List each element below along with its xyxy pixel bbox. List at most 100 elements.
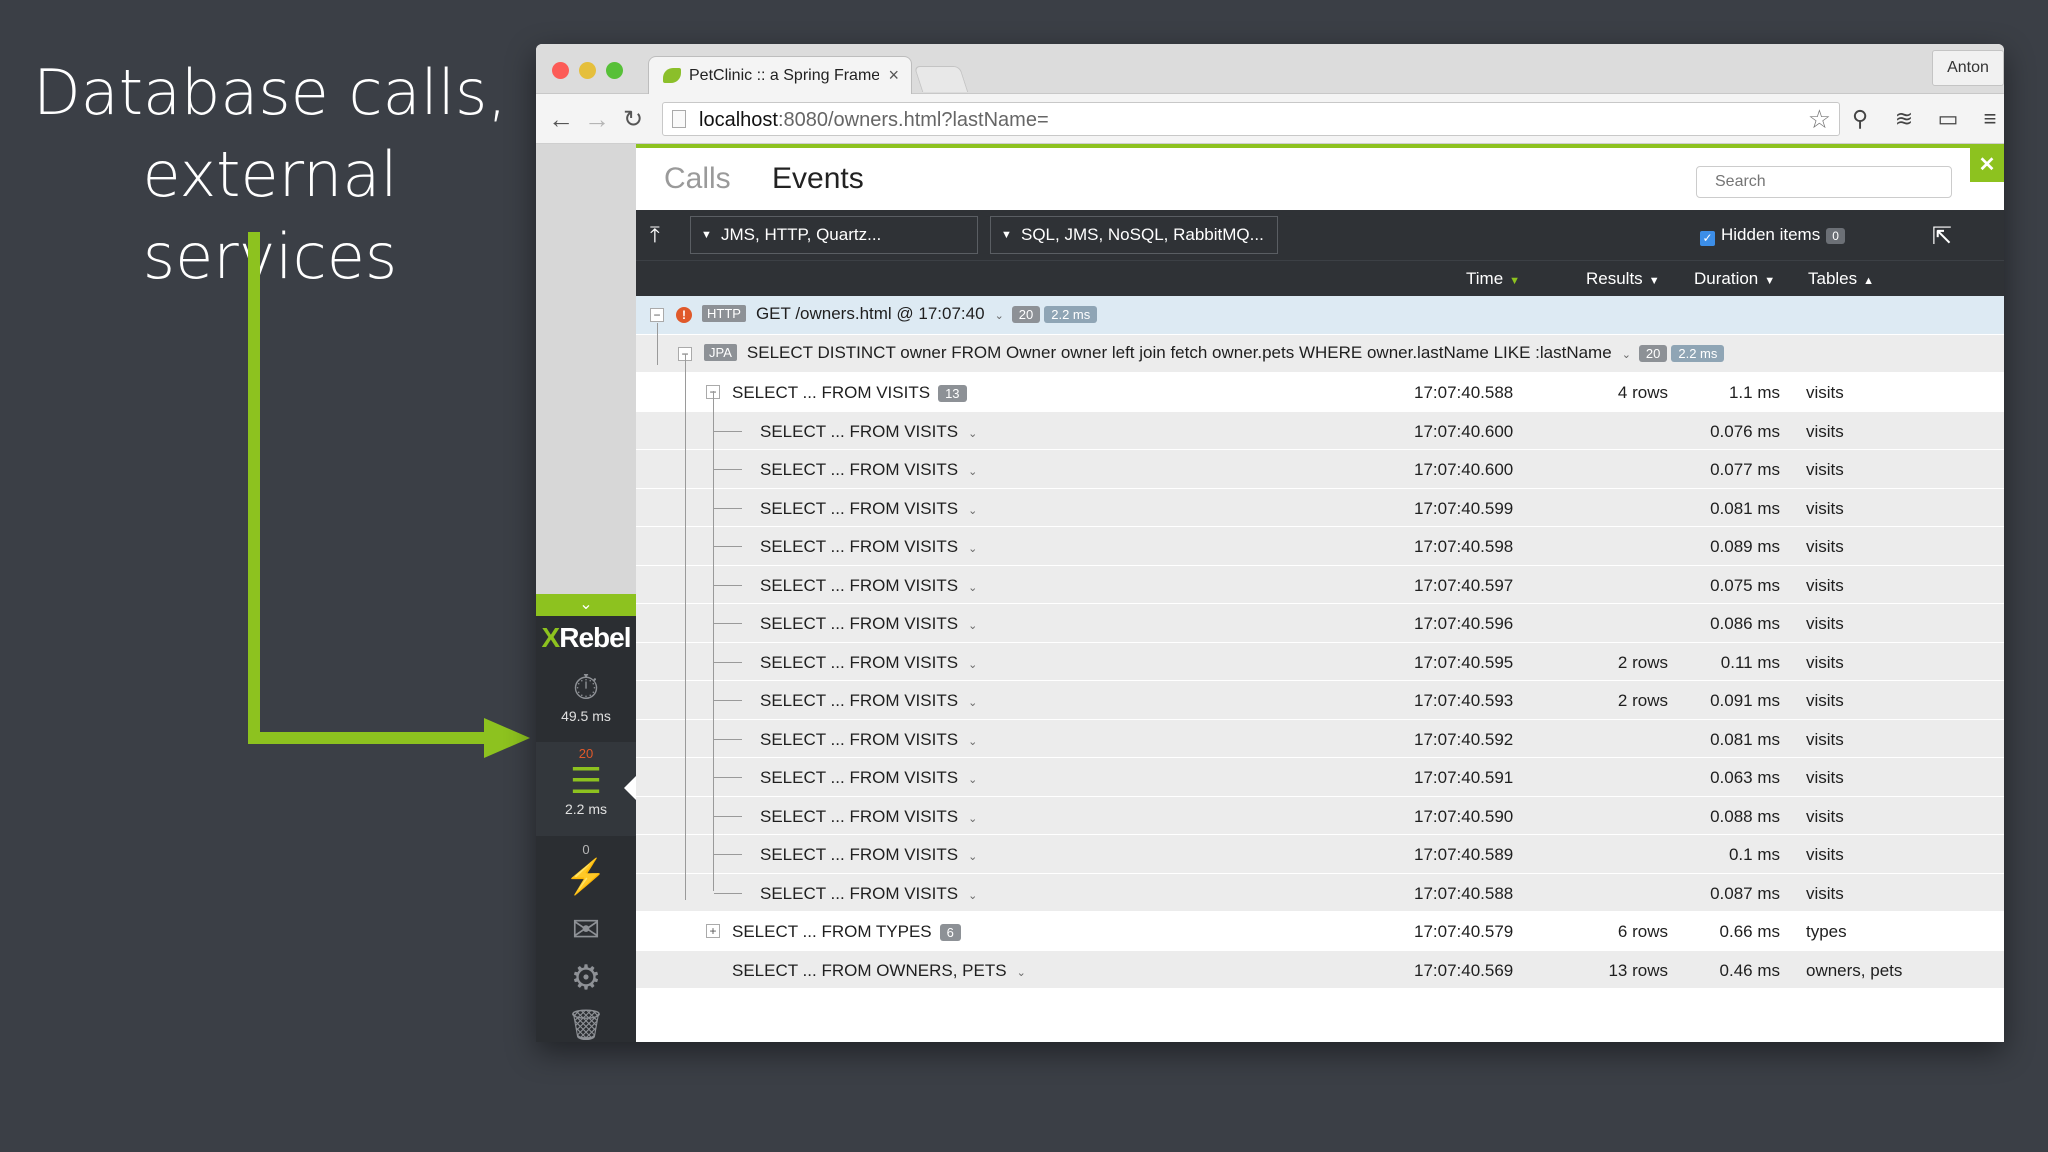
event-row-visits-child[interactable]: SELECT ... FROM VISITS ⌄ 17:07:40.592 0.081… (636, 719, 2004, 758)
chevron-down-icon[interactable]: ⌄ (968, 659, 977, 671)
column-results-label: Results (1586, 269, 1643, 288)
cell-duration: 0.081 ms (1710, 729, 1780, 749)
tab-close-icon[interactable]: × (888, 65, 899, 86)
column-header-tables[interactable]: Tables ▲ (1808, 269, 1874, 289)
event-row-visits-child[interactable]: SELECT ... FROM VISITS ⌄ 17:07:40.600 0.076… (636, 411, 2004, 450)
event-row-visits-group[interactable]: − SELECT ... FROM VISITS13 17:07:40.588 … (636, 373, 2004, 412)
db-time-value: 2.2 ms (564, 801, 607, 817)
chevron-down-icon[interactable]: ⌄ (995, 310, 1004, 322)
hidden-items-toggle[interactable]: ✓ Hidden items 0 (1700, 225, 1845, 246)
visits-child-label: SELECT ... FROM VISITS ⌄ (760, 730, 977, 750)
address-bar[interactable]: localhost:8080/owners.html?lastName= ☆ (662, 102, 1840, 136)
extension-jrebel-icon[interactable]: ⚲ (1846, 106, 1874, 132)
external-link-icon[interactable]: ⇱ (1932, 222, 1952, 251)
chevron-down-icon[interactable]: ⌄ (536, 594, 636, 616)
tab-calls[interactable]: Calls (664, 162, 731, 196)
chevron-down-icon[interactable]: ⌄ (1622, 349, 1631, 361)
event-row-jpa[interactable]: − JPASELECT DISTINCT owner FROM Owner ow… (636, 334, 2004, 373)
event-row-visits-child[interactable]: SELECT ... FROM VISITS ⌄ 17:07:40.593 2 row… (636, 681, 2004, 720)
event-row-visits-child[interactable]: SELECT ... FROM VISITS ⌄ 17:07:40.598 0.089… (636, 527, 2004, 566)
filter-dropdown-events[interactable]: SQL, JMS, NoSQL, RabbitMQ... (990, 216, 1278, 254)
menu-icon[interactable]: ≡ (1976, 106, 2004, 132)
visits-child-text: SELECT ... FROM VISITS (760, 768, 959, 787)
filter-dropdown-calls[interactable]: JMS, HTTP, Quartz... (690, 216, 978, 254)
new-tab-button[interactable] (913, 66, 969, 92)
chevron-down-icon[interactable]: ⌄ (968, 543, 977, 555)
event-row-visits-child[interactable]: SELECT ... FROM VISITS ⌄ 17:07:40.599 0.081… (636, 488, 2004, 527)
forward-arrow-icon[interactable]: → (582, 104, 612, 135)
event-row-visits-child[interactable]: SELECT ... FROM VISITS ⌄ 17:07:40.595 2 row… (636, 642, 2004, 681)
timing-value: 49.5 ms (561, 708, 611, 724)
chevron-down-icon[interactable]: ⌄ (968, 428, 977, 440)
cell-time: 17:07:40.598 (1414, 537, 1514, 556)
minimize-window-button[interactable] (579, 62, 596, 79)
lightning-icon: ⚡ (564, 858, 608, 896)
event-row-visits-child[interactable]: SELECT ... FROM VISITS ⌄ 17:07:40.597 0.075… (636, 565, 2004, 604)
close-window-button[interactable] (552, 62, 569, 79)
expand-icon[interactable]: + (706, 924, 720, 938)
chevron-down-icon[interactable]: ⌄ (968, 697, 977, 709)
chevron-down-icon[interactable]: ⌄ (968, 736, 977, 748)
trash-icon: 🗑 (566, 1009, 606, 1042)
collapse-all-icon[interactable]: ⤒ (650, 222, 660, 248)
event-row-owners-pets[interactable]: SELECT ... FROM OWNERS, PETS ⌄ 17:07:40.5… (636, 950, 2004, 989)
column-header-time[interactable]: Time ▼ (1466, 269, 1520, 289)
chevron-down-icon[interactable]: ⌄ (968, 774, 977, 786)
visits-child-label: SELECT ... FROM VISITS ⌄ (760, 768, 977, 788)
panel-tabs: Calls Events ✕ (636, 148, 2004, 210)
bookmark-star-icon[interactable]: ☆ (1808, 104, 1831, 135)
cell-tables: types (1806, 922, 1847, 941)
profile-button[interactable]: Anton (1932, 50, 2004, 86)
database-icon: ☰ (569, 760, 603, 801)
http-query-count: 20 (1011, 306, 1041, 323)
external-services-item[interactable]: 0 ⚡ (536, 842, 636, 912)
event-row-types-group[interactable]: + SELECT ... FROM TYPES 6 17:07:40.579 6 … (636, 912, 2004, 951)
visits-children: SELECT ... FROM VISITS ⌄ 17:07:40.600 0.076… (636, 411, 2004, 912)
event-row-visits-child[interactable]: SELECT ... FROM VISITS ⌄ 17:07:40.589 0.1 m… (636, 835, 2004, 874)
cell-tables: visits (1806, 537, 1844, 556)
cell-time: 17:07:40.600 (1414, 460, 1514, 479)
chevron-down-icon[interactable]: ⌄ (968, 890, 977, 902)
trash-item[interactable]: 🗑 (536, 1006, 636, 1042)
chevron-down-icon[interactable]: ⌄ (968, 582, 977, 594)
tab-events[interactable]: Events (772, 162, 864, 196)
event-row-visits-child[interactable]: SELECT ... FROM VISITS ⌄ 17:07:40.590 0.088… (636, 796, 2004, 835)
browser-tab-petclinic[interactable]: PetClinic :: a Spring Frame × (648, 56, 912, 95)
event-row-visits-child[interactable]: SELECT ... FROM VISITS ⌄ 17:07:40.588 0.087… (636, 873, 2004, 912)
spring-leaf-icon (663, 68, 681, 83)
visits-child-label: SELECT ... FROM VISITS ⌄ (760, 576, 977, 596)
back-arrow-icon[interactable]: ← (546, 104, 576, 135)
event-row-http[interactable]: − ! HTTP GET /owners.html @ 17:07:40 ⌄ 20 2.2… (636, 296, 2004, 335)
column-header-duration[interactable]: Duration ▼ (1694, 269, 1775, 289)
cast-icon[interactable]: ▭ (1934, 106, 1962, 132)
cell-time: 17:07:40.588 (1414, 383, 1514, 402)
zoom-window-button[interactable] (606, 62, 623, 79)
close-panel-icon[interactable]: ✕ (1970, 148, 2004, 182)
column-header-results[interactable]: Results ▼ (1586, 269, 1660, 289)
event-row-visits-child[interactable]: SELECT ... FROM VISITS ⌄ 17:07:40.600 0.077… (636, 450, 2004, 489)
layers-icon[interactable]: ≋ (1890, 106, 1918, 132)
event-row-visits-child[interactable]: SELECT ... FROM VISITS ⌄ 17:07:40.591 0.063… (636, 758, 2004, 797)
event-row-visits-child[interactable]: SELECT ... FROM VISITS ⌄ 17:07:40.596 0.086… (636, 604, 2004, 643)
collapse-icon[interactable]: − (650, 308, 664, 322)
messaging-item[interactable]: ✉ (536, 910, 636, 956)
chevron-down-icon[interactable]: ⌄ (968, 813, 977, 825)
chevron-down-icon[interactable]: ⌄ (968, 851, 977, 863)
jpa-query-text: SELECT DISTINCT owner FROM Owner owner l… (746, 342, 1612, 362)
timing-item[interactable]: ⏱ 49.5 ms (536, 668, 636, 738)
chevron-down-icon[interactable]: ⌄ (968, 505, 977, 517)
cell-time: 17:07:40.591 (1414, 768, 1514, 787)
reload-icon[interactable]: ↻ (618, 105, 648, 134)
database-item[interactable]: 20 ☰ 2.2 ms (536, 742, 636, 836)
chevron-down-icon[interactable]: ⌄ (1017, 967, 1026, 979)
checkbox-checked-icon[interactable]: ✓ (1700, 231, 1715, 246)
chevron-down-icon[interactable]: ⌄ (968, 466, 977, 478)
settings-item[interactable]: ⚙ (536, 958, 636, 1004)
chevron-down-icon[interactable]: ⌄ (968, 620, 977, 632)
cell-tables: visits (1806, 691, 1844, 710)
browser-toolbar: ← → ↻ localhost:8080/owners.html?lastNam… (536, 94, 2004, 144)
search-input[interactable] (1696, 166, 1952, 198)
visits-child-label: SELECT ... FROM VISITS ⌄ (760, 884, 977, 904)
cell-duration: 0.1 ms (1728, 845, 1780, 864)
cell-tables: visits (1806, 768, 1844, 787)
